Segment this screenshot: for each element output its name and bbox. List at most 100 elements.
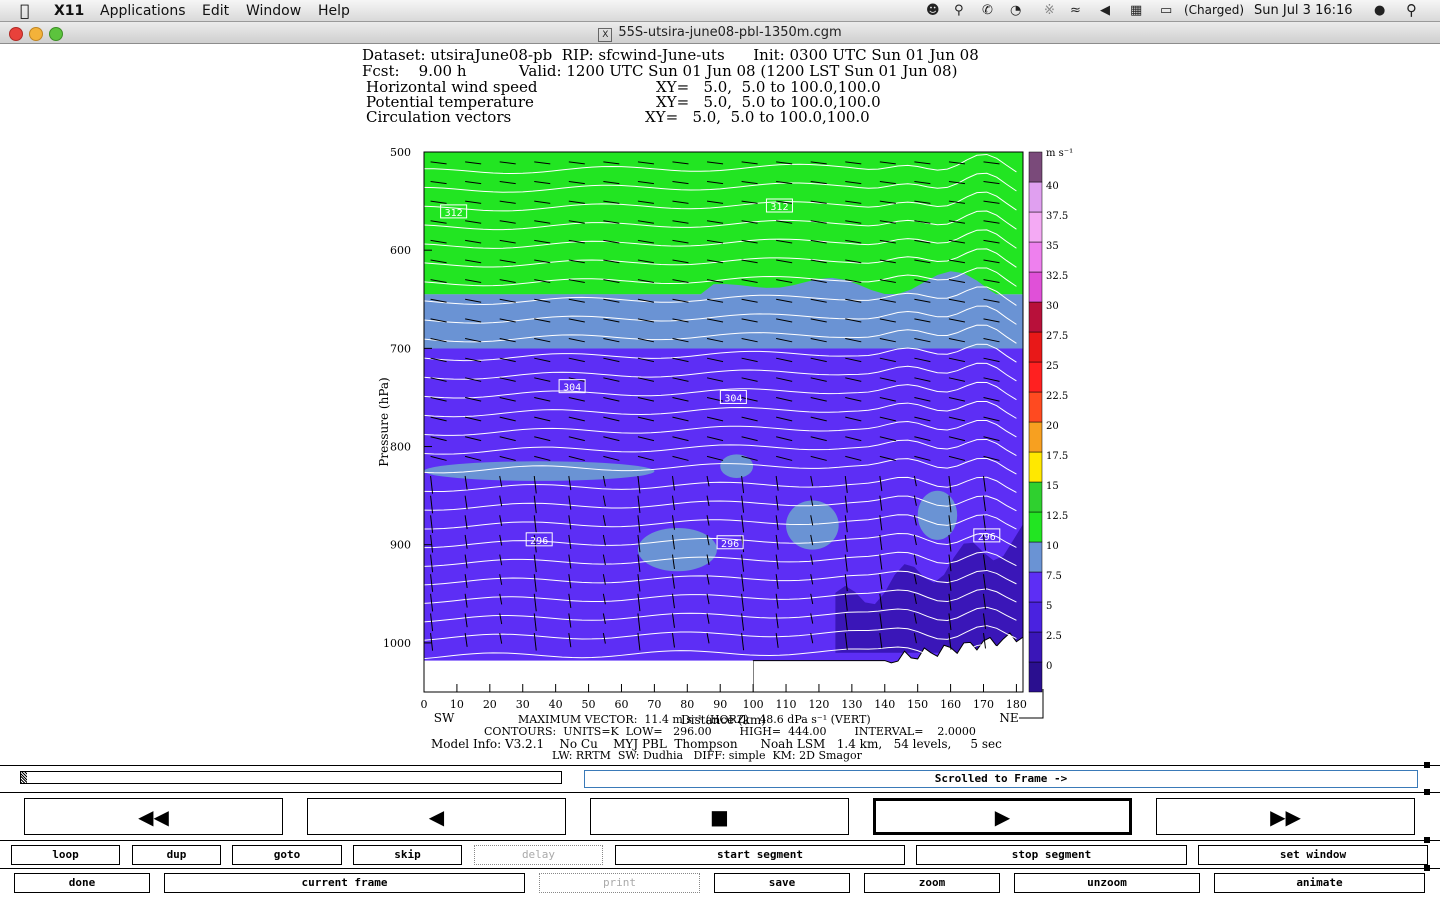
y-tick-label: 1000	[383, 637, 411, 650]
save-button[interactable]: save	[714, 873, 850, 893]
resize-handle[interactable]	[1424, 762, 1430, 768]
divider	[0, 840, 1440, 841]
colorbar-label: 5	[1046, 601, 1052, 612]
colorbar-label: 15	[1046, 481, 1059, 492]
x-tick-label: 30	[516, 698, 530, 711]
x-tick-label: 70	[647, 698, 661, 711]
frame-status-label: Scrolled to Frame ->	[584, 770, 1418, 788]
x-tick-label: 150	[907, 698, 928, 711]
divider	[0, 765, 1440, 766]
animate-button[interactable]: animate	[1214, 873, 1425, 893]
x-tick-label: 110	[776, 698, 797, 711]
resize-handle[interactable]	[1424, 789, 1430, 795]
step-back-button[interactable]: ◀	[307, 798, 566, 835]
print-button[interactable]: print	[539, 873, 700, 893]
stop-segment-button[interactable]: stop segment	[916, 845, 1187, 865]
y-axis-label: Pressure (hPa)	[377, 377, 391, 466]
x-left-endpoint-label: SW	[434, 711, 455, 725]
contour-label: 312	[770, 202, 788, 213]
colorbar-label: 30	[1046, 301, 1059, 312]
x-tick-label: 80	[680, 698, 694, 711]
x-tick-label: 10	[450, 698, 464, 711]
colorbar-label: 32.5	[1046, 271, 1068, 282]
divider	[0, 868, 1440, 869]
skip-button[interactable]: skip	[353, 845, 462, 865]
x-tick-label: 50	[582, 698, 596, 711]
y-tick-label: 600	[390, 244, 411, 257]
start-segment-button[interactable]: start segment	[615, 845, 905, 865]
colorbar-segment	[1028, 181, 1043, 213]
colorbar-segment	[1028, 271, 1043, 303]
colorbar-segment	[1028, 211, 1043, 243]
colorbar-segment	[1028, 601, 1043, 633]
y-tick-label: 800	[390, 441, 411, 454]
x-tick-label: 140	[874, 698, 895, 711]
x-right-endpoint-label: NE	[999, 711, 1018, 725]
colorbar-segment	[1028, 151, 1043, 183]
colorbar-segment	[1028, 631, 1043, 663]
wind-speed-blob	[917, 490, 958, 540]
resize-handle[interactable]	[1424, 837, 1430, 843]
y-tick-label: 900	[390, 539, 411, 552]
x-tick-label: 0	[421, 698, 428, 711]
stop-button[interactable]: ■	[590, 798, 849, 835]
contour-label: 296	[530, 536, 548, 547]
colorbar-label: 2.5	[1046, 631, 1062, 642]
contour-label: 296	[978, 532, 996, 543]
current-frame-button[interactable]: current frame	[164, 873, 525, 893]
x-tick-label: 120	[808, 698, 829, 711]
goto-button[interactable]: goto	[232, 845, 342, 865]
colorbar-label: 0	[1046, 661, 1052, 672]
colorbar-segment	[1028, 481, 1043, 513]
fast-forward-button[interactable]: ▶▶	[1156, 798, 1415, 835]
set-window-button[interactable]: set window	[1198, 845, 1428, 865]
y-tick-label: 500	[390, 146, 411, 159]
colorbar-segment	[1028, 451, 1043, 483]
done-button[interactable]: done	[14, 873, 150, 893]
contour-label: 304	[563, 383, 581, 394]
colorbar-segment	[1028, 241, 1043, 273]
colorbar-label: 35	[1046, 241, 1059, 252]
divider	[0, 792, 1440, 793]
colorbar-label: 7.5	[1046, 571, 1062, 582]
colorbar-segment	[1028, 571, 1043, 603]
x-tick-label: 60	[614, 698, 628, 711]
unzoom-button[interactable]: unzoom	[1014, 873, 1200, 893]
colorbar-segment	[1028, 511, 1043, 543]
x-tick-label: 40	[549, 698, 563, 711]
wind-speed-blob	[637, 528, 717, 572]
x-tick-label: 170	[973, 698, 994, 711]
frame-progress-bar[interactable]	[20, 771, 562, 784]
play-button[interactable]: ▶	[873, 798, 1132, 835]
colorbar-segment	[1028, 331, 1043, 363]
wind-speed-blob	[424, 461, 655, 481]
colorbar-unit-label: m s⁻¹	[1046, 148, 1073, 159]
colorbar-label: 22.5	[1046, 391, 1068, 402]
frame-progress-fill	[21, 772, 27, 783]
x-tick-label: 90	[713, 698, 727, 711]
dup-button[interactable]: dup	[132, 845, 221, 865]
colorbar-label: 17.5	[1046, 451, 1068, 462]
delay-button[interactable]: delay	[474, 845, 603, 865]
contour-label: 312	[445, 208, 463, 219]
loop-button[interactable]: loop	[11, 845, 120, 865]
colorbar-label: 27.5	[1046, 331, 1068, 342]
colorbar-label: 20	[1046, 421, 1059, 432]
x-tick-label: 20	[483, 698, 497, 711]
contour-label: 304	[724, 393, 742, 404]
colorbar-label: 25	[1046, 361, 1059, 372]
x-tick-label: 130	[841, 698, 862, 711]
x-tick-label: 180	[1006, 698, 1027, 711]
colorbar-segment	[1028, 421, 1043, 453]
zoom-button[interactable]: zoom	[864, 873, 1000, 893]
contour-label: 296	[721, 539, 739, 550]
colorbar-segment	[1028, 301, 1043, 333]
rewind-button[interactable]: ◀◀	[24, 798, 283, 835]
resize-handle[interactable]	[1424, 865, 1430, 871]
y-tick-label: 700	[390, 342, 411, 355]
footer-model-physics: LW: RRTM SW: Dudhia DIFF: simple KM: 2D …	[552, 749, 862, 762]
colorbar-segment	[1028, 661, 1043, 693]
x-tick-label: 160	[940, 698, 961, 711]
colorbar-segment	[1028, 361, 1043, 393]
colorbar-label: 40	[1046, 181, 1059, 192]
